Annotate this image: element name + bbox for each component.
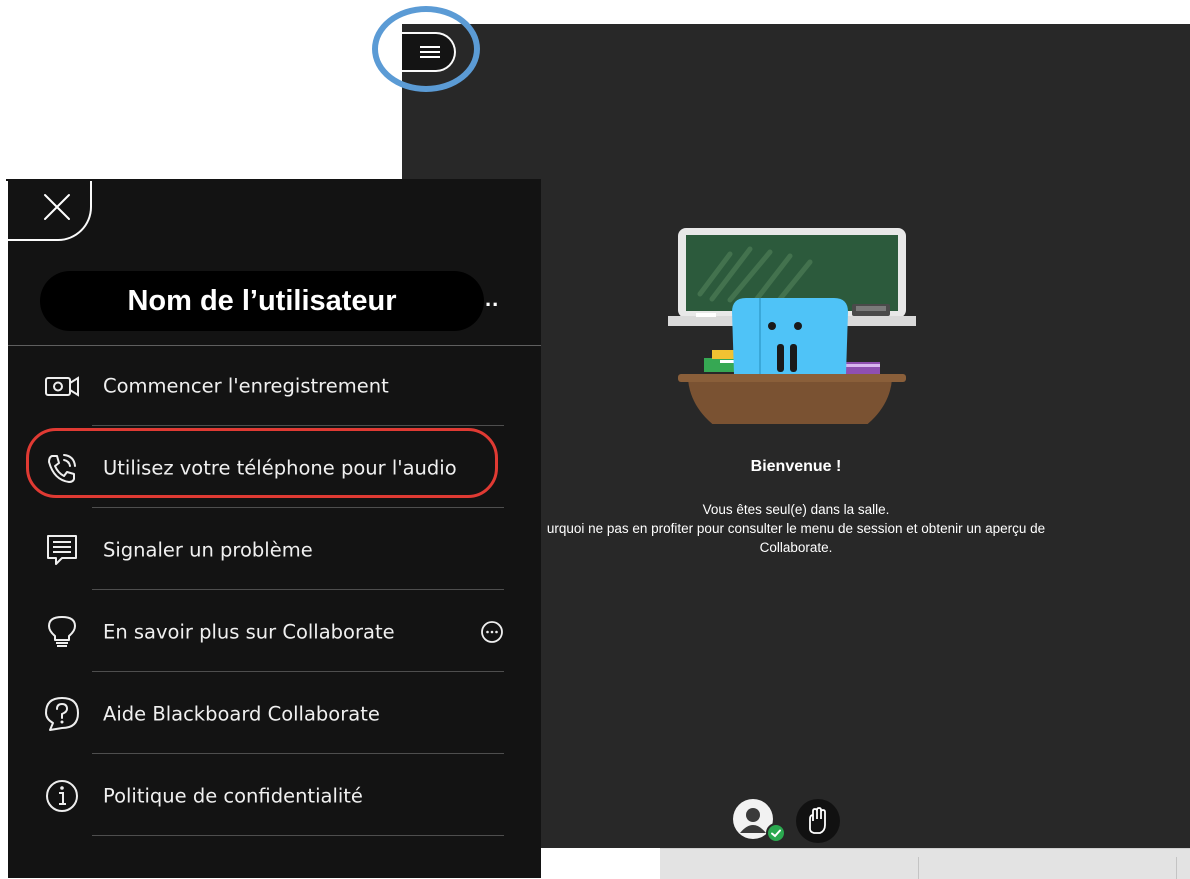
menu-item-report-problem[interactable]: Signaler un problème [38, 510, 506, 590]
menu-item-label: Signaler un problème [103, 538, 313, 562]
divider [92, 753, 504, 754]
highlight-outline-annotation [26, 428, 498, 498]
help-question-icon [45, 697, 79, 731]
lightbulb-icon [48, 616, 76, 647]
menu-item-label: Aide Blackboard Collaborate [103, 702, 380, 726]
info-icon [46, 780, 78, 812]
report-message-icon [47, 535, 77, 565]
menu-item-help[interactable]: Aide Blackboard Collaborate [38, 674, 506, 754]
menu-item-privacy-policy[interactable]: Politique de confidentialité [38, 756, 506, 836]
classroom-chalkboard-illustration [668, 228, 916, 424]
checkmark-icon [771, 829, 781, 838]
close-icon [44, 194, 70, 220]
more-options-icon[interactable] [480, 620, 504, 644]
raise-hand-button[interactable] [796, 799, 840, 843]
menu-item-label: En savoir plus sur Collaborate [103, 620, 395, 644]
menu-item-label: Politique de confidentialité [103, 784, 363, 808]
divider [92, 507, 504, 508]
strip-divider [1176, 857, 1177, 879]
highlight-circle-annotation [372, 6, 480, 92]
menu-item-start-recording[interactable]: Commencer l'enregistrement [38, 346, 506, 426]
divider [92, 589, 504, 590]
bottom-strip [660, 848, 1190, 879]
raise-hand-icon [809, 807, 826, 834]
menu-item-label: Commencer l'enregistrement [103, 374, 389, 398]
divider [92, 671, 504, 672]
video-camera-icon [45, 376, 79, 397]
close-menu-button[interactable] [6, 179, 92, 241]
user-name: Nom de l’utilisateur [127, 284, 397, 317]
menu-item-learn-collaborate[interactable]: En savoir plus sur Collaborate [38, 592, 506, 672]
user-name-pill: Nom de l’utilisateur [40, 271, 484, 331]
strip-divider [918, 857, 919, 879]
divider [92, 835, 504, 836]
divider [92, 425, 504, 426]
user-name-ellipsis: .. [485, 286, 500, 311]
status-badge [766, 823, 786, 843]
